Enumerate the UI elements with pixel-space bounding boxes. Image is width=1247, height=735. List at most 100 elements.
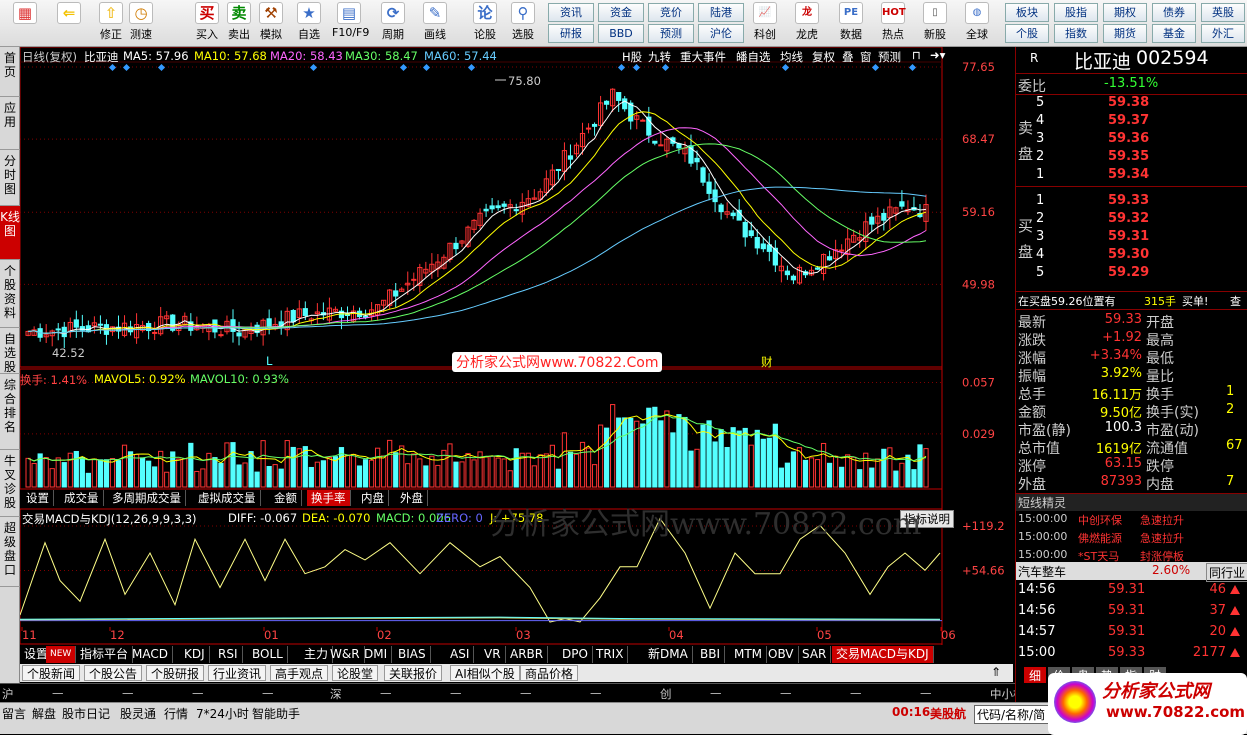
- toolbar-market-button[interactable]: 股指: [1054, 3, 1098, 22]
- toolbar-hot-button[interactable]: HOT 热点: [874, 2, 912, 42]
- indicator-tab[interactable]: SAR: [798, 646, 832, 663]
- indicator-tab[interactable]: NEW: [46, 646, 77, 663]
- toolbar-market-button[interactable]: 外汇: [1201, 24, 1245, 43]
- bid-price[interactable]: 59.33: [1108, 193, 1149, 208]
- indicator-tab[interactable]: BIAS: [394, 646, 431, 663]
- kline-tool-button[interactable]: 均线: [780, 49, 803, 65]
- toolbar-sell-button[interactable]: 卖卖出: [222, 2, 256, 42]
- news-tab[interactable]: 商品价格: [520, 665, 579, 681]
- toolbar-market-button[interactable]: 期货: [1103, 24, 1147, 43]
- bid-price[interactable]: 59.31: [1108, 229, 1149, 244]
- indicator-tab[interactable]: MTM: [730, 646, 768, 663]
- indicator-tab[interactable]: VR: [480, 646, 506, 663]
- volume-tab[interactable]: 成交量: [60, 490, 104, 506]
- news-tab[interactable]: 高手观点: [270, 665, 329, 681]
- collapse-up-icon[interactable]: ⇑: [984, 665, 1008, 681]
- chart-area[interactable]: 77.65 68.47 59.16 49.98 0.057 0.029 +119.2 +54.…: [20, 47, 1013, 647]
- ask-price[interactable]: 59.35: [1108, 149, 1149, 164]
- index-name[interactable]: 创: [660, 686, 672, 702]
- event-marker-l[interactable]: L: [266, 354, 272, 368]
- toolbar-grid-button[interactable]: 陆港: [698, 3, 744, 22]
- kline-chart-svg[interactable]: 77.65 68.47 59.16 49.98 0.057 0.029 +119.2 +54.…: [20, 47, 1013, 647]
- bid-price[interactable]: 59.32: [1108, 211, 1149, 226]
- vtab-1[interactable]: 应用: [0, 97, 20, 150]
- toolbar-back-arrow-button[interactable]: ⇐: [52, 2, 86, 26]
- indicator-tab[interactable]: OBV: [764, 646, 799, 663]
- status-item[interactable]: 股灵通: [120, 705, 156, 722]
- news-tab[interactable]: 个股研报: [146, 665, 205, 681]
- indicator-tab[interactable]: TRIX: [592, 646, 629, 663]
- kline-tool-button[interactable]: H股: [622, 49, 642, 65]
- kline-tool-button[interactable]: 皤自选: [736, 49, 771, 65]
- toolbar-market-button[interactable]: 板块: [1005, 3, 1049, 22]
- vtab-4[interactable]: 个股资料: [0, 260, 20, 328]
- indicator-title[interactable]: 交易MACD与KDJ(12,26,9,9,3,3): [22, 511, 197, 527]
- toolbar-trend-button[interactable]: 📈 科创: [746, 2, 784, 42]
- vtab-2[interactable]: 分时图: [0, 150, 20, 206]
- ask-price[interactable]: 59.36: [1108, 131, 1149, 146]
- volume-tab[interactable]: 虚拟成交量: [194, 490, 261, 506]
- kline-tool-button[interactable]: 重大事件: [680, 49, 726, 65]
- bid-price[interactable]: 59.29: [1108, 265, 1149, 280]
- indicator-tab[interactable]: 交易MACD与KDJ: [832, 646, 934, 663]
- indicator-tab[interactable]: BBI: [696, 646, 726, 663]
- kline-tool-button[interactable]: 窗: [860, 49, 872, 65]
- status-item[interactable]: 解盘: [32, 705, 56, 722]
- toolbar-market-button[interactable]: 债券: [1152, 3, 1196, 22]
- indicator-tab[interactable]: RSI: [214, 646, 243, 663]
- toolbar-market-button[interactable]: 基金: [1152, 24, 1196, 43]
- indicator-tab[interactable]: DPO: [558, 646, 593, 663]
- forward-icon[interactable]: ➜▾: [930, 48, 945, 62]
- indicator-tab[interactable]: W&R: [326, 646, 365, 663]
- indicator-tab[interactable]: ASI: [446, 646, 475, 663]
- toolbar-grid-button[interactable]: 预测: [648, 24, 694, 43]
- indicator-tab[interactable]: 指标平台: [76, 646, 134, 663]
- toolbar-buy-button[interactable]: 买买入: [190, 2, 224, 42]
- toolbar-magnify-chart-button[interactable]: ⚲ 选股: [506, 2, 540, 42]
- vtab-5[interactable]: 自选股: [0, 328, 20, 374]
- toolbar-star-button[interactable]: ★ 自选: [292, 2, 326, 42]
- ask-price[interactable]: 59.34: [1108, 167, 1149, 182]
- vtab-8[interactable]: 超级盘口: [0, 517, 20, 587]
- index-name[interactable]: 深: [330, 686, 342, 702]
- indicator-tab[interactable]: BOLL: [248, 646, 288, 663]
- quote-bottom-tab[interactable]: 细: [1024, 667, 1046, 683]
- industry-name[interactable]: 汽车整车: [1018, 563, 1066, 580]
- toolbar-phone-button[interactable]: ▯ 新股: [916, 2, 954, 42]
- status-item[interactable]: 7*24小时: [196, 705, 249, 722]
- vtab-6[interactable]: 综合排名: [0, 374, 20, 450]
- toolbar-clock-button[interactable]: ◷ 测速: [124, 2, 158, 42]
- vtab-7[interactable]: 牛叉诊股: [0, 450, 20, 517]
- indicator-tab[interactable]: 新DMA: [644, 646, 693, 663]
- indicator-tab[interactable]: DMI: [360, 646, 393, 663]
- status-item[interactable]: 智能助手: [252, 705, 300, 722]
- toolbar-grid-button[interactable]: ▦: [8, 2, 42, 26]
- ask-price[interactable]: 59.37: [1108, 113, 1149, 128]
- toolbar-market-button[interactable]: 个股: [1005, 24, 1049, 43]
- toolbar-market-button[interactable]: 指数: [1054, 24, 1098, 43]
- kline-tool-button[interactable]: 九转: [648, 49, 671, 65]
- buy-notice-link[interactable]: 查: [1230, 293, 1241, 309]
- toolbar-f10-button[interactable]: ▤ F10/F9: [332, 2, 369, 39]
- news-tab[interactable]: AI相似个股: [450, 665, 520, 681]
- toolbar-cycle-button[interactable]: ⟳ 周期: [376, 2, 410, 42]
- volume-tab[interactable]: 内盘: [357, 490, 389, 506]
- vtab-0[interactable]: 首页: [0, 47, 20, 97]
- kline-tool-button[interactable]: 预测: [878, 49, 901, 65]
- kline-tool-button[interactable]: 叠: [842, 49, 854, 65]
- volume-tab[interactable]: 金额: [270, 490, 302, 506]
- toolbar-grid-button[interactable]: 沪伦: [698, 24, 744, 43]
- ask-price[interactable]: 59.38: [1108, 95, 1149, 110]
- code-search-input[interactable]: 代码/名称/简: [974, 705, 1054, 724]
- volume-tab[interactable]: 设置: [22, 490, 54, 506]
- news-tab[interactable]: 个股新闻: [22, 665, 81, 681]
- toolbar-market-button[interactable]: 英股: [1201, 3, 1245, 22]
- toolbar-grid-button[interactable]: 资讯: [548, 3, 594, 22]
- indicator-tab[interactable]: ARBR: [506, 646, 549, 663]
- news-tab[interactable]: 行业资讯: [208, 665, 267, 681]
- toolbar-grid-button[interactable]: 竞价: [648, 3, 694, 22]
- event-marker-finance[interactable]: 财: [761, 354, 773, 370]
- toolbar-grid-button[interactable]: 研报: [548, 24, 594, 43]
- toolbar-dragon-button[interactable]: 龙龙虎: [788, 2, 826, 42]
- lock-icon[interactable]: ⊓: [912, 48, 921, 62]
